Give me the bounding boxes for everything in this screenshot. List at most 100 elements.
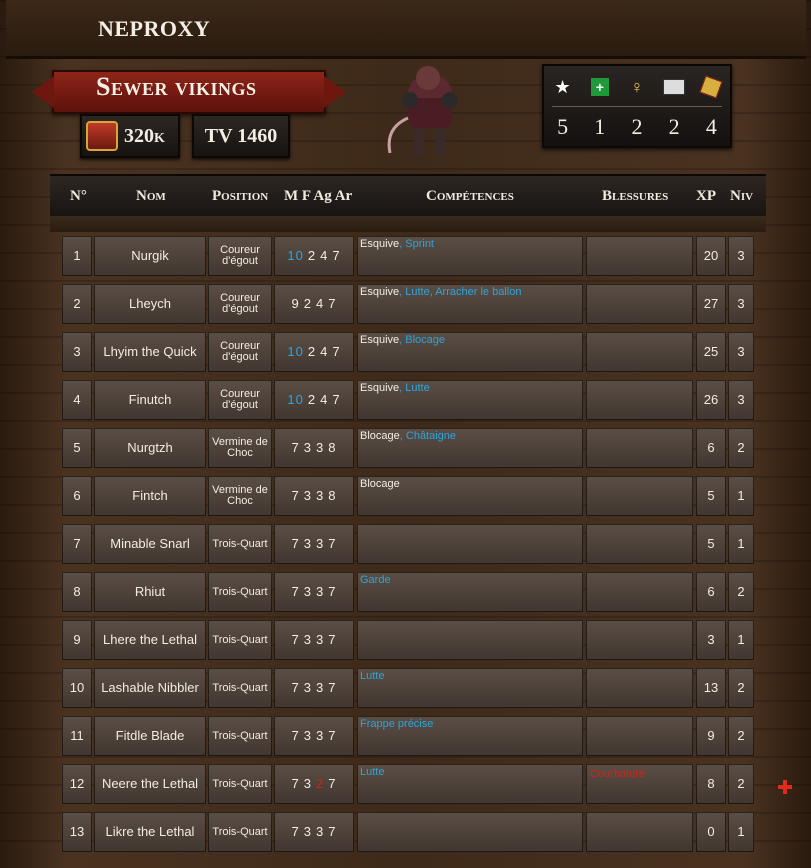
rerolls-star-value: 5: [557, 114, 569, 139]
player-row[interactable]: 8 Rhiut Trois-Quart 7 3 3 7 Garde 6 2: [60, 570, 758, 614]
player-stats: 7327: [274, 764, 354, 804]
player-number: 9: [62, 620, 92, 660]
stat-value: 3: [316, 824, 325, 839]
player-injury: [586, 572, 693, 612]
treasure-chest-icon: [86, 121, 118, 151]
player-position: Trois-Quart: [208, 668, 272, 708]
player-position: Trois-Quart: [208, 524, 272, 564]
player-stats: 7337: [274, 668, 354, 708]
stat-value: 7: [332, 248, 341, 263]
player-number: 8: [62, 572, 92, 612]
player-name: Likre the Lethal: [94, 812, 206, 852]
player-name: Minable Snarl: [94, 524, 206, 564]
player-skills: [357, 620, 583, 660]
player-level: 3: [728, 380, 754, 420]
skill-text: Lutte: [360, 670, 385, 682]
treasury-value: 320k: [124, 124, 165, 147]
player-level: 2: [728, 668, 754, 708]
stat-value: 8: [328, 488, 337, 503]
stat-value: 7: [291, 728, 300, 743]
stat-value: 7: [332, 344, 341, 359]
stat-value: 3: [316, 728, 325, 743]
player-skills: Esquive, Blocage: [357, 332, 583, 372]
player-xp: 3: [696, 620, 726, 660]
stat-value: 7: [332, 392, 341, 407]
stat-value: 7: [328, 296, 337, 311]
player-row[interactable]: 5 Nurgtzh Vermine de Choc 7 3 3 8 Blocage, Chât…: [60, 426, 758, 470]
injury-cross-icon[interactable]: [778, 780, 792, 794]
player-injury: [586, 812, 693, 852]
player-number: 3: [62, 332, 92, 372]
player-row[interactable]: 2 Lheych Coureur d'égout 9 2 4 7 Esquive, Lutte…: [60, 282, 758, 326]
header-stats: M F Ag Ar: [284, 188, 353, 204]
player-number: 13: [62, 812, 92, 852]
player-skills: Garde: [357, 572, 583, 612]
player-number: 1: [62, 236, 92, 276]
player-number: 5: [62, 428, 92, 468]
player-skills: Esquive, Sprint: [357, 236, 583, 276]
player-level: 2: [728, 764, 754, 804]
player-position: Trois-Quart: [208, 716, 272, 756]
player-number: 2: [62, 284, 92, 324]
assistant-coaches-value: 2: [668, 114, 680, 139]
stat-value: 2: [307, 392, 317, 407]
player-position: Trois-Quart: [208, 620, 272, 660]
stat-value: 7: [328, 776, 337, 791]
coach-name: NEPROXY: [98, 16, 211, 41]
team-name: Sewer vikings: [96, 72, 257, 101]
stat-value: 7: [328, 728, 337, 743]
stat-value: 7: [291, 680, 300, 695]
player-stats: 10 2 4 7: [274, 380, 354, 420]
player-stats: 10 2 4 7: [274, 332, 354, 372]
stat-value: 9: [291, 296, 300, 311]
player-skills: Lutte: [357, 668, 583, 708]
player-stats: 7337: [274, 812, 354, 852]
player-number: 7: [62, 524, 92, 564]
player-level: 2: [728, 428, 754, 468]
player-stats: 7337: [274, 524, 354, 564]
player-skills: Esquive, Lutte, Arracher le ballon: [357, 284, 583, 324]
player-injury: [586, 380, 693, 420]
player-number: 11: [62, 716, 92, 756]
stat-value: 7: [328, 824, 337, 839]
player-row[interactable]: 4 Finutch Coureur d'égout 10 2 4 7 Esquive, Lut…: [60, 378, 758, 422]
assistant-coach-icon: [663, 76, 686, 98]
player-row[interactable]: 3 Lhyim the Quick Coureur d'égout 10 2 4 7 Esqu…: [60, 330, 758, 374]
player-row[interactable]: 13 Likre the Lethal Trois-Quart 7 3 3 7 0 1: [60, 810, 758, 854]
player-row[interactable]: 6 Fintch Vermine de Choc 7 3 3 8 Blocage 5 1: [60, 474, 758, 518]
player-stats: 7337: [274, 620, 354, 660]
player-injury: [586, 428, 693, 468]
player-row[interactable]: 1 Nurgik Coureur d'égout 10 2 4 7 Esquive, Spri…: [60, 234, 758, 278]
player-name: Fitdle Blade: [94, 716, 206, 756]
player-xp: 13: [696, 668, 726, 708]
player-position: Trois-Quart: [208, 572, 272, 612]
player-level: 2: [728, 716, 754, 756]
header-number: N°: [70, 188, 87, 204]
player-row[interactable]: 11 Fitdle Blade Trois-Quart 7 3 3 7 Frappe préc…: [60, 714, 758, 758]
rerolls-value: 4: [705, 114, 717, 139]
skill-text: Esquive: [360, 286, 400, 298]
player-name: Lhyim the Quick: [94, 332, 206, 372]
skill-text: , Châtaigne: [399, 430, 457, 442]
team-resources-panel: ★ + ♀ 5 1 2 2 4: [542, 64, 732, 148]
player-row[interactable]: 10 Lashable Nibbler Trois-Quart 7 3 3 7 Lutte 13…: [60, 666, 758, 710]
apothecary-value: 1: [594, 114, 606, 139]
player-row[interactable]: 9 Lhere the Lethal Trois-Quart 7 3 3 7 3 1: [60, 618, 758, 662]
star-icon: ★: [554, 76, 571, 97]
skill-text: Esquive: [360, 382, 400, 394]
player-stats: 10 2 4 7: [274, 236, 354, 276]
stat-value: 2: [307, 344, 317, 359]
header-xp: XP: [696, 188, 716, 204]
player-skills: Lutte: [357, 764, 583, 804]
player-row[interactable]: 12 Neere the Lethal Trois-Quart 7 3 2 7 Lutte Co…: [60, 762, 758, 806]
stat-value: 7: [291, 488, 300, 503]
player-name: Finutch: [94, 380, 206, 420]
skill-text: Blocage: [360, 430, 400, 442]
stat-value: 4: [320, 344, 329, 359]
player-row[interactable]: 7 Minable Snarl Trois-Quart 7 3 3 7 5 1: [60, 522, 758, 566]
player-position: Trois-Quart: [208, 812, 272, 852]
stat-value: 3: [316, 584, 325, 599]
player-xp: 6: [696, 572, 726, 612]
stat-value: 7: [291, 440, 300, 455]
skill-text: Lutte: [360, 766, 385, 778]
